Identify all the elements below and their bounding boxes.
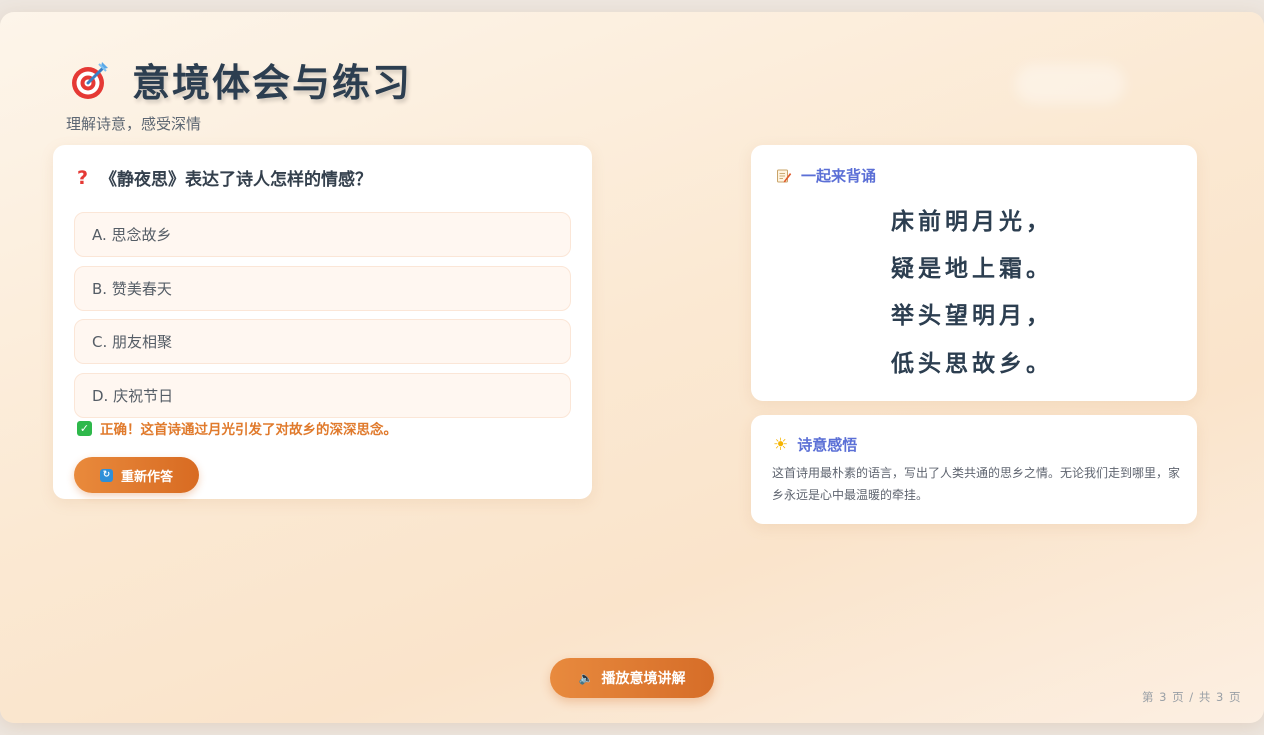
decorative-glow bbox=[1015, 64, 1125, 104]
question-mark-icon: ? bbox=[77, 166, 89, 189]
poem-line-3: 举头望明月， bbox=[891, 303, 1053, 329]
speaker-icon: 🔈 bbox=[578, 671, 594, 685]
poem-line-1: 床前明月光， bbox=[891, 209, 1053, 235]
poem-line-2: 疑是地上霜。 bbox=[891, 256, 1053, 282]
poem-card: 一起来背诵 床前明月光， 疑是地上霜。 举头望明月， 低头思故乡。 bbox=[751, 145, 1197, 401]
quiz-question: ? 《静夜思》表达了诗人怎样的情感？ bbox=[77, 165, 373, 191]
refresh-icon: ↻ bbox=[99, 468, 113, 482]
page-title: 意境体会与练习 bbox=[132, 61, 413, 105]
title-row: 意境体会与练习 bbox=[68, 52, 412, 107]
retry-button[interactable]: ↻ 重新作答 bbox=[74, 457, 199, 493]
answer-feedback: ✓ 正确！这首诗通过月光引发了对故乡的深深思念。 bbox=[77, 418, 397, 438]
option-c[interactable]: C. 朋友相聚 bbox=[74, 319, 571, 364]
poem-heading-text: 一起来背诵 bbox=[801, 167, 877, 185]
page-subtitle: 理解诗意，感受深情 bbox=[66, 115, 202, 133]
slide: 意境体会与练习 理解诗意，感受深情 ? 《静夜思》表达了诗人怎样的情感？ A. … bbox=[0, 12, 1264, 723]
insight-heading-text: 诗意感悟 bbox=[797, 436, 858, 454]
insight-text: 这首诗用最朴素的语言，写出了人类共通的思乡之情。无论我们走到哪里，家乡永远是心中… bbox=[772, 466, 1181, 502]
retry-label: 重新作答 bbox=[120, 469, 173, 485]
insight-heading: ☀ 诗意感悟 bbox=[773, 434, 857, 455]
feedback-text: 正确！这首诗通过月光引发了对故乡的深深思念。 bbox=[100, 422, 397, 438]
check-box-icon: ✓ bbox=[77, 420, 92, 436]
target-dart-icon bbox=[68, 58, 112, 102]
option-d[interactable]: D. 庆祝节日 bbox=[74, 373, 571, 418]
option-b[interactable]: B. 赞美春天 bbox=[74, 266, 571, 311]
play-label: 播放意境讲解 bbox=[601, 671, 686, 687]
memo-icon bbox=[776, 168, 792, 184]
question-text: 《静夜思》表达了诗人怎样的情感？ bbox=[100, 170, 373, 190]
sun-icon: ☀ bbox=[773, 434, 789, 455]
option-a[interactable]: A. 思念故乡 bbox=[74, 212, 571, 257]
poem-line-4: 低头思故乡。 bbox=[891, 351, 1053, 377]
page-indicator: 第 3 页 / 共 3 页 bbox=[1142, 690, 1242, 704]
play-explanation-button[interactable]: 🔈 播放意境讲解 bbox=[550, 658, 714, 698]
poem-heading: 一起来背诵 bbox=[776, 165, 876, 186]
quiz-card: ? 《静夜思》表达了诗人怎样的情感？ A. 思念故乡 B. 赞美春天 C. 朋友… bbox=[53, 145, 592, 499]
insight-card: ☀ 诗意感悟 这首诗用最朴素的语言，写出了人类共通的思乡之情。无论我们走到哪里，… bbox=[751, 415, 1197, 524]
